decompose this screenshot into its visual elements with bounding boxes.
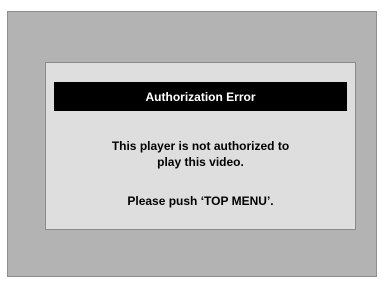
tv-screen: Authorization Error This player is not a…: [7, 11, 377, 277]
dialog-message-line-1: This player is not authorized to: [111, 139, 290, 153]
dialog-message-line-2: play this video.: [157, 155, 244, 169]
dialog-message: This player is not authorized to play th…: [46, 138, 355, 170]
dialog-instruction: Please push ‘TOP MENU’.: [127, 194, 274, 208]
authorization-error-dialog: Authorization Error This player is not a…: [45, 62, 356, 230]
dialog-title: Authorization Error: [54, 82, 347, 111]
